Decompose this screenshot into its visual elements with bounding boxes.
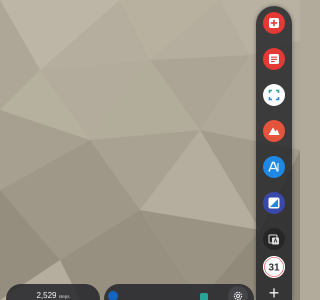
- steps-widget[interactable]: 2,529 steps: [6, 284, 100, 300]
- red-app-icon[interactable]: [263, 120, 285, 142]
- dock-app-icon[interactable]: [200, 293, 208, 300]
- ai-writing-icon[interactable]: [263, 156, 285, 178]
- screenshot-crop-icon[interactable]: [263, 84, 285, 106]
- calendar-icon[interactable]: 31: [263, 256, 285, 278]
- steps-count: 2,529: [36, 291, 57, 300]
- dock-widget: [104, 284, 254, 300]
- steps-unit: steps: [58, 294, 70, 299]
- notes-icon[interactable]: [263, 48, 285, 70]
- gear-icon: [233, 291, 243, 300]
- pen-up-icon[interactable]: [263, 192, 285, 214]
- settings-button[interactable]: [228, 286, 248, 300]
- wallpaper: [0, 0, 300, 300]
- dock-app-icon[interactable]: [108, 291, 118, 300]
- calendar-day: 31: [268, 263, 280, 274]
- steps-readout: 2,529 steps: [6, 292, 100, 300]
- screen-recorder-icon[interactable]: [263, 12, 285, 34]
- translate-icon[interactable]: [263, 228, 285, 250]
- edge-panel: 31 +: [256, 6, 292, 300]
- add-app-button[interactable]: +: [263, 284, 285, 300]
